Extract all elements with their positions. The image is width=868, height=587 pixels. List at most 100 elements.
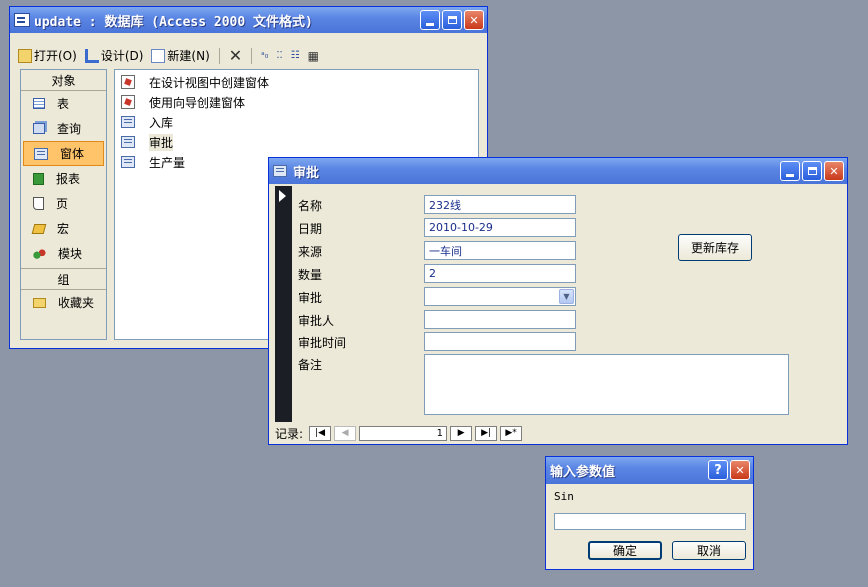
small-icons-icon: ⁚⁚ xyxy=(276,50,283,61)
new-label: 新建(N) xyxy=(167,49,210,63)
list-item-form-inbound[interactable]: 入库 xyxy=(115,112,478,132)
object-item-reports[interactable]: 报表 xyxy=(21,166,106,191)
new-record-icon: ▶* xyxy=(505,428,517,438)
field-label-date: 日期 xyxy=(298,222,323,236)
approval-combobox[interactable]: ▼ xyxy=(424,287,576,306)
record-label: 记录: xyxy=(275,426,304,441)
form-icon xyxy=(34,147,48,160)
close-button[interactable]: ✕ xyxy=(824,161,844,181)
maximize-icon xyxy=(807,167,817,175)
object-item-label: 查询 xyxy=(57,122,82,136)
list-item-form-approval[interactable]: 审批 xyxy=(115,132,478,152)
database-icon xyxy=(14,13,30,27)
last-record-icon: ▶| xyxy=(481,428,492,438)
first-record-icon: |◀ xyxy=(315,428,326,438)
design-button[interactable]: 设计(D) xyxy=(83,46,146,65)
field-label-remarks: 备注 xyxy=(298,358,323,372)
dropdown-button[interactable]: ▼ xyxy=(559,289,574,304)
close-button[interactable]: ✕ xyxy=(730,460,750,480)
large-icons-button[interactable]: ᵃ₀ xyxy=(259,50,270,62)
approval-time-field[interactable] xyxy=(424,332,576,351)
delete-button[interactable]: ✕ xyxy=(227,45,244,66)
new-record-button[interactable]: ▶* xyxy=(500,425,523,441)
list-item-create-design-view[interactable]: 在设计视图中创建窗体 xyxy=(115,72,478,92)
objects-bar: 对象 表 查询 窗体 报表 页 宏 模块 组 收藏夹 xyxy=(20,69,107,340)
maximize-button[interactable] xyxy=(802,161,822,181)
cancel-button[interactable]: 取消 xyxy=(672,541,746,560)
first-record-button[interactable]: |◀ xyxy=(309,425,332,441)
group-item-label: 收藏夹 xyxy=(58,296,95,310)
details-view-button[interactable]: ▦ xyxy=(306,48,321,64)
parameter-dialog: 输入参数值 ? ✕ Sin 确定 取消 xyxy=(545,456,754,570)
object-item-label: 页 xyxy=(56,197,69,211)
list-item-create-wizard[interactable]: 使用向导创建窗体 xyxy=(115,92,478,112)
approval-form-window: 审批 ✕ 名称 232线 日期 2010-10-29 来源 一车间 数量 2 审… xyxy=(268,157,848,445)
list-item-label: 审批 xyxy=(149,133,174,151)
object-item-macros[interactable]: 宏 xyxy=(21,216,106,241)
update-inventory-button[interactable]: 更新库存 xyxy=(678,234,752,261)
design-label: 设计(D) xyxy=(100,49,144,63)
database-toolbar: 打开(O) 设计(D) 新建(N) ✕ ᵃ₀ ⁚⁚ ☷ ▦ xyxy=(16,45,321,66)
object-item-pages[interactable]: 页 xyxy=(21,191,106,216)
group-item-favorites[interactable]: 收藏夹 xyxy=(21,290,106,315)
remarks-field[interactable] xyxy=(424,354,789,415)
groups-header: 组 xyxy=(21,268,106,290)
open-label: 打开(O) xyxy=(34,49,77,63)
minimize-icon xyxy=(426,22,434,26)
parameter-dialog-title: 输入参数值 xyxy=(550,465,616,480)
new-button[interactable]: 新建(N) xyxy=(149,46,211,65)
parameter-input[interactable] xyxy=(554,513,746,530)
record-selector[interactable] xyxy=(275,186,292,422)
quantity-field[interactable]: 2 xyxy=(424,264,576,283)
open-icon xyxy=(18,48,32,63)
close-button[interactable]: ✕ xyxy=(464,10,484,30)
database-window-titlebar[interactable]: update : 数据库 (Access 2000 文件格式) ✕ xyxy=(10,7,487,33)
module-icon xyxy=(33,247,46,260)
report-icon xyxy=(33,172,44,185)
object-item-forms[interactable]: 窗体 xyxy=(23,141,104,166)
small-icons-button[interactable]: ⁚⁚ xyxy=(274,49,284,62)
design-icon xyxy=(84,48,99,63)
last-record-button[interactable]: ▶| xyxy=(475,425,498,441)
date-field[interactable]: 2010-10-29 xyxy=(424,218,576,237)
minimize-button[interactable] xyxy=(420,10,440,30)
large-icons-icon: ᵃ₀ xyxy=(261,50,269,61)
table-icon xyxy=(33,98,45,109)
approver-field[interactable] xyxy=(424,310,576,329)
close-icon: ✕ xyxy=(735,463,745,477)
object-item-label: 表 xyxy=(57,97,70,111)
field-label-approval-time: 审批时间 xyxy=(298,336,347,350)
help-button[interactable]: ? xyxy=(708,460,728,480)
ok-button[interactable]: 确定 xyxy=(588,541,662,560)
list-view-icon: ☷ xyxy=(290,50,300,61)
previous-record-icon: ◀ xyxy=(341,428,349,438)
object-item-queries[interactable]: 查询 xyxy=(21,116,106,141)
form-window-title: 审批 xyxy=(293,165,320,181)
parameter-prompt: Sin xyxy=(554,490,574,503)
favorites-folder-icon xyxy=(33,297,46,308)
open-button[interactable]: 打开(O) xyxy=(16,46,79,65)
object-item-label: 宏 xyxy=(57,222,70,236)
source-field[interactable]: 一车间 xyxy=(424,241,576,260)
form-icon xyxy=(121,156,135,168)
parameter-dialog-titlebar[interactable]: 输入参数值 ? ✕ xyxy=(546,457,753,484)
next-record-button[interactable]: ▶ xyxy=(450,425,473,441)
form-window-titlebar[interactable]: 审批 ✕ xyxy=(269,158,847,184)
objects-header: 对象 xyxy=(21,70,106,91)
minimize-button[interactable] xyxy=(780,161,800,181)
object-item-label: 报表 xyxy=(56,172,81,186)
object-item-tables[interactable]: 表 xyxy=(21,91,106,116)
list-item-label: 生产量 xyxy=(149,155,186,170)
object-item-modules[interactable]: 模块 xyxy=(21,241,106,266)
list-item-label: 入库 xyxy=(149,115,174,130)
form-icon xyxy=(273,165,287,177)
field-label-approver: 审批人 xyxy=(298,314,335,328)
list-view-button[interactable]: ☷ xyxy=(289,49,302,62)
maximize-button[interactable] xyxy=(442,10,462,30)
form-wizard-icon xyxy=(121,95,135,109)
record-number-input[interactable]: 1 xyxy=(359,425,448,441)
name-field[interactable]: 232线 xyxy=(424,195,576,214)
help-icon: ? xyxy=(714,462,722,478)
design-wizard-icon xyxy=(121,75,135,89)
previous-record-button[interactable]: ◀ xyxy=(334,425,357,441)
